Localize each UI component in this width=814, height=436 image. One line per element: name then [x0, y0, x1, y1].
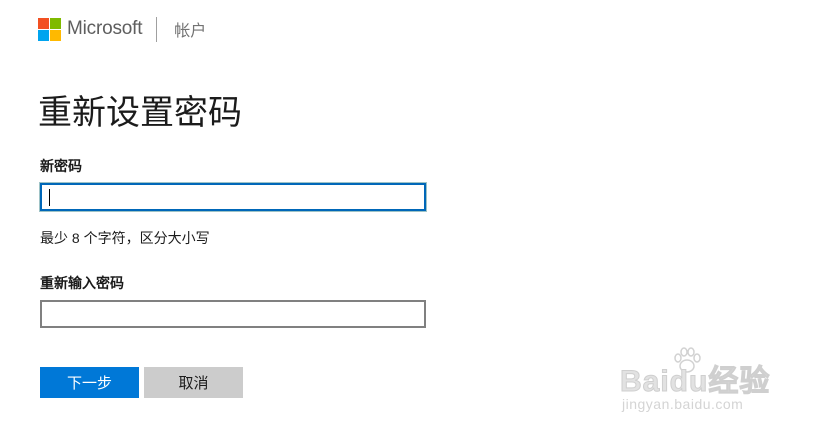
- section-name: 帐户: [174, 23, 207, 40]
- text-caret: [49, 189, 50, 206]
- new-password-input[interactable]: [40, 183, 426, 211]
- new-password-label: 新密码: [40, 158, 82, 174]
- watermark: Baidu经验 jingyan.baidu.com: [619, 347, 800, 422]
- watermark-site: jingyan.baidu.com: [622, 396, 744, 412]
- header: Microsoft 帐户: [38, 16, 206, 42]
- watermark-logo: Baidu经验: [619, 365, 771, 399]
- header-divider: [156, 16, 158, 42]
- microsoft-logo-icon: [38, 17, 61, 41]
- next-button[interactable]: 下一步: [40, 367, 139, 398]
- confirm-password-input[interactable]: [40, 300, 426, 328]
- password-hint: 最少 8 个字符，区分大小写: [40, 230, 210, 246]
- brand-name: Microsoft: [67, 18, 143, 39]
- confirm-password-label: 重新输入密码: [40, 275, 124, 291]
- page-title: 重新设置密码: [38, 94, 242, 132]
- cancel-button[interactable]: 取消: [144, 367, 243, 398]
